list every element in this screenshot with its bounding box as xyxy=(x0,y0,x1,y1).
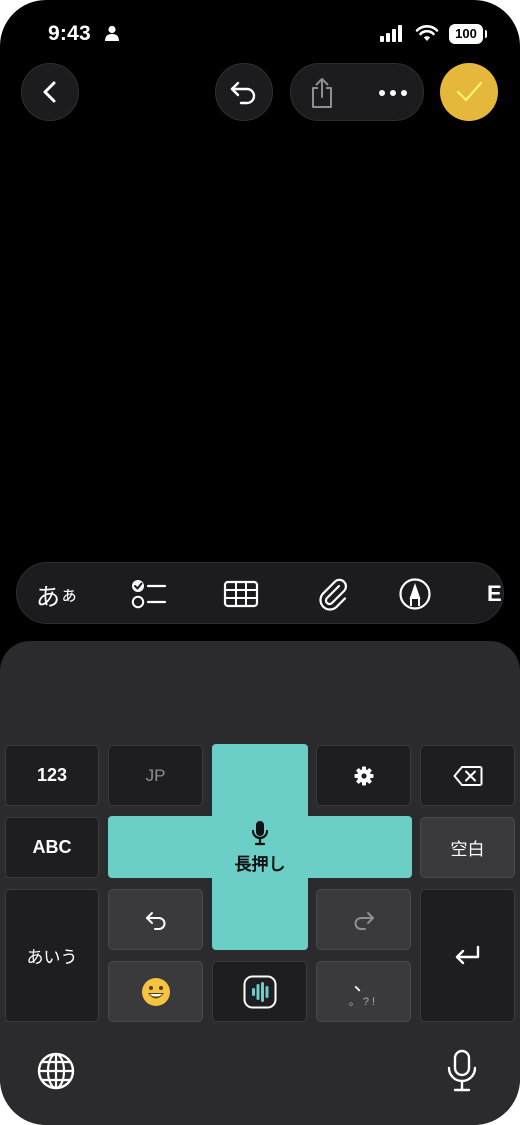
wifi-icon xyxy=(415,25,439,41)
globe-icon[interactable] xyxy=(36,1051,76,1091)
key-settings[interactable] xyxy=(316,745,411,806)
voice-wave-icon xyxy=(243,975,276,1008)
checklist-button[interactable] xyxy=(129,563,169,623)
markup-button[interactable] xyxy=(395,563,435,623)
share-icon xyxy=(312,78,332,108)
key-abc[interactable]: ABC xyxy=(5,817,99,878)
status-time: 9:43 xyxy=(48,22,91,45)
punct-main-label: 、 xyxy=(353,972,374,995)
emoji-icon xyxy=(141,977,170,1006)
microphone-icon[interactable] xyxy=(444,1049,480,1093)
toolbar-overflow-item[interactable]: E xyxy=(487,563,503,623)
table-button[interactable] xyxy=(221,563,261,623)
key-undo[interactable] xyxy=(108,889,203,950)
attach-button[interactable] xyxy=(313,563,353,623)
table-icon xyxy=(223,580,259,608)
phone-screen: 9:43 100 あ ぁ E 123 JP ABC 空白 あいう 、 。?! 長… xyxy=(0,0,520,1125)
more-icon xyxy=(379,90,407,96)
paperclip-icon xyxy=(319,578,347,611)
key-emoji[interactable] xyxy=(108,961,203,1022)
gear-icon xyxy=(354,766,373,785)
person-icon xyxy=(105,25,119,41)
key-redo[interactable] xyxy=(316,889,411,950)
share-button[interactable] xyxy=(305,76,339,110)
chevron-left-icon xyxy=(43,81,56,103)
text-style-label-big: あ xyxy=(36,582,60,611)
key-jp[interactable]: JP xyxy=(108,745,203,806)
note-editor[interactable] xyxy=(0,130,520,550)
undo-button[interactable] xyxy=(215,63,273,121)
format-toolbar: あぁ E xyxy=(16,562,504,624)
back-button[interactable] xyxy=(21,63,79,121)
return-icon xyxy=(455,945,479,964)
voice-long-press-key[interactable]: 長押し xyxy=(212,816,308,878)
japanese-keyboard: 123 JP ABC 空白 あいう 、 。?! 長押し xyxy=(0,641,520,1125)
checkmark-icon xyxy=(456,81,483,102)
status-bar: 9:43 100 xyxy=(0,0,520,66)
redo-icon xyxy=(354,911,374,930)
text-style-label-small: ぁ xyxy=(60,585,78,606)
delete-icon xyxy=(453,765,482,786)
actions-pill xyxy=(290,63,424,121)
undo-icon xyxy=(145,911,165,930)
key-voice-input[interactable] xyxy=(212,961,307,1022)
microphone-icon xyxy=(251,820,269,845)
more-button[interactable] xyxy=(373,76,413,110)
checklist-icon xyxy=(131,580,167,609)
text-style-button[interactable]: あぁ xyxy=(33,563,81,623)
key-punctuation[interactable]: 、 。?! xyxy=(316,961,411,1022)
undo-icon xyxy=(230,81,256,105)
signal-icon xyxy=(380,25,402,42)
key-123[interactable]: 123 xyxy=(5,745,99,806)
voice-hint-label: 長押し xyxy=(234,854,286,875)
punct-sub-label: 。?! xyxy=(348,995,379,1008)
key-space[interactable]: 空白 xyxy=(420,817,515,878)
key-delete[interactable] xyxy=(420,745,515,806)
key-kana[interactable]: あいう xyxy=(5,889,99,1022)
battery-icon: 100 xyxy=(449,24,487,44)
done-button[interactable] xyxy=(440,63,498,121)
key-return[interactable] xyxy=(420,889,515,1022)
markup-pen-icon xyxy=(399,578,431,610)
